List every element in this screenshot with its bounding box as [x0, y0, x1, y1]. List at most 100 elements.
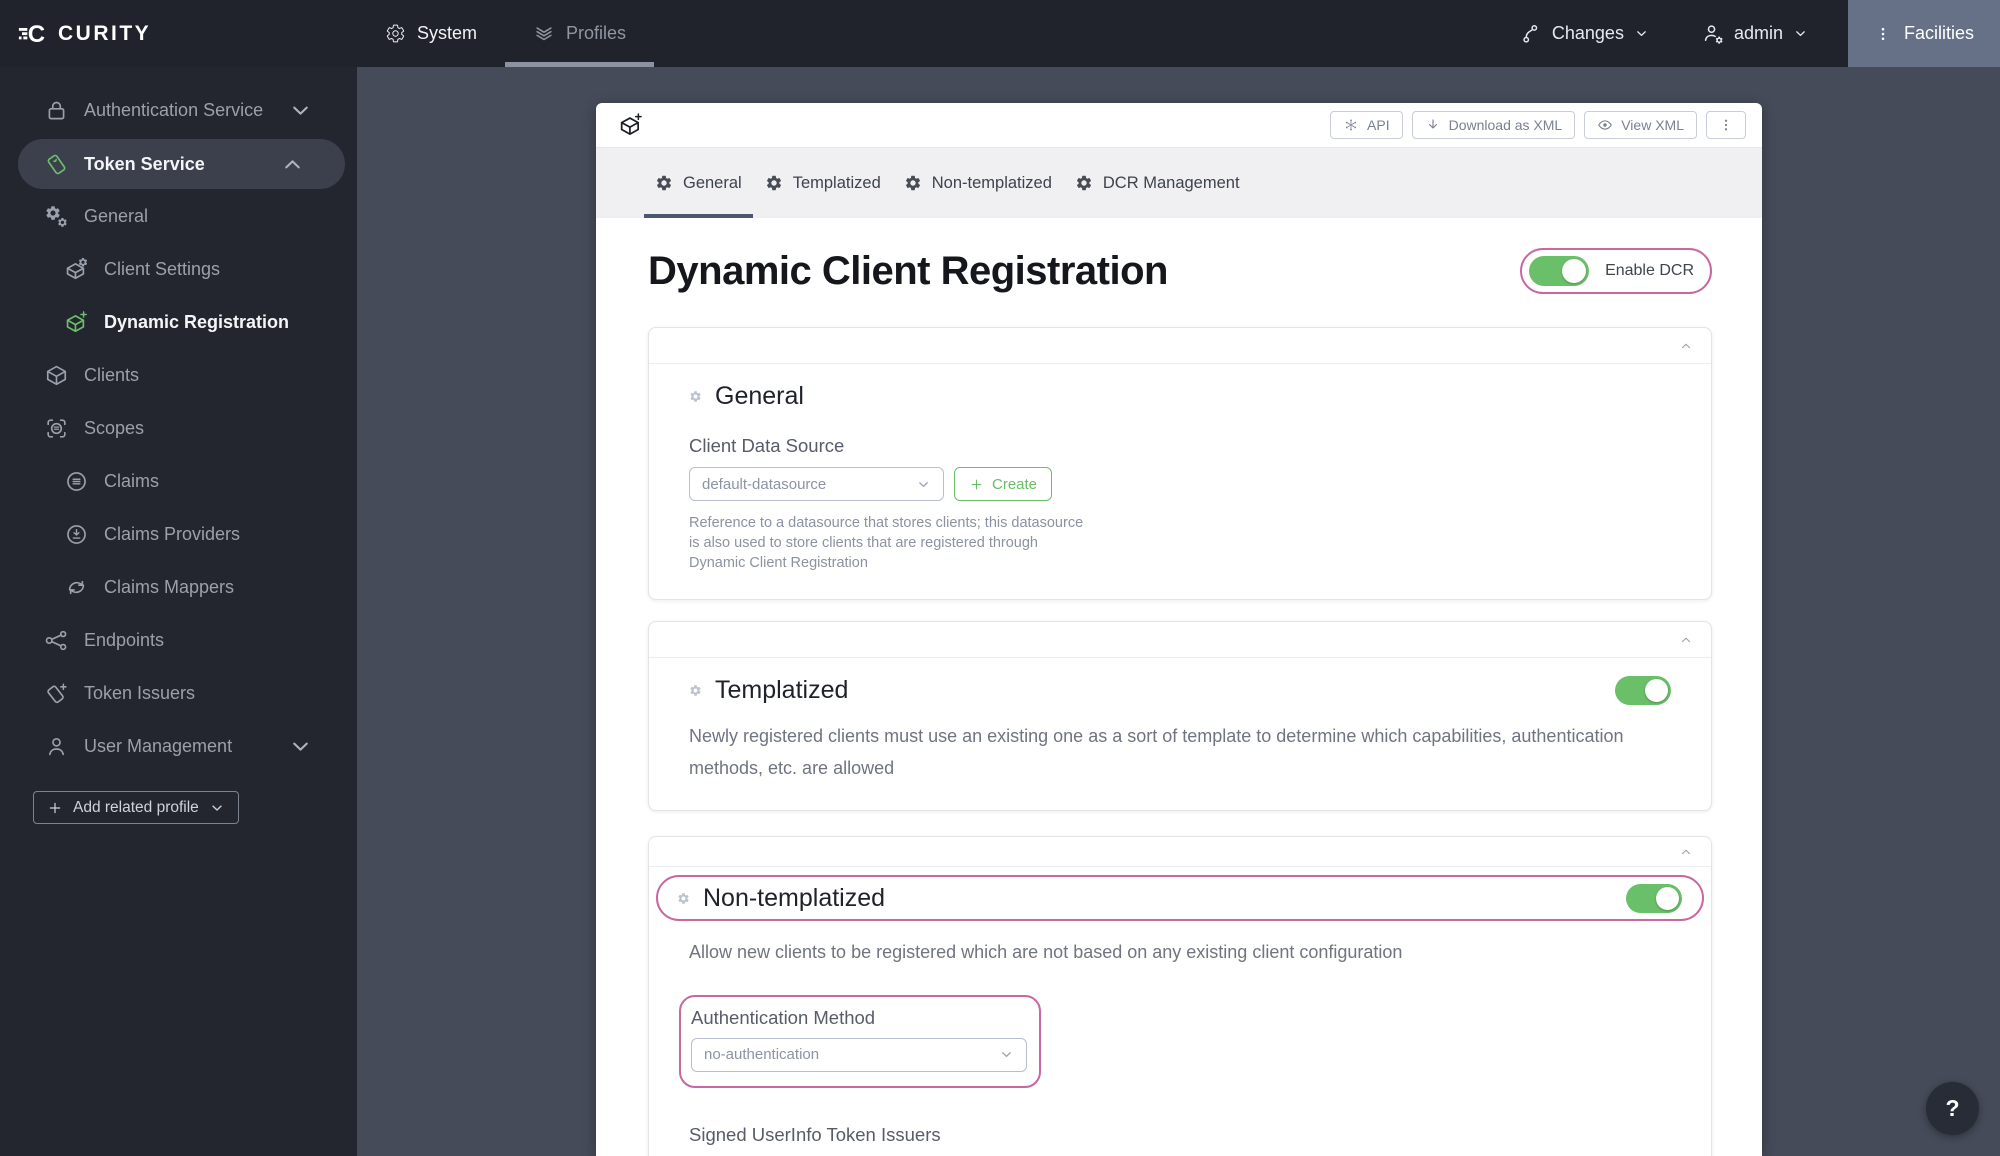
claims-icon — [64, 469, 89, 494]
general-card-collapse-bar — [649, 328, 1711, 364]
layers-icon — [533, 23, 555, 45]
create-datasource-button[interactable]: Create — [954, 467, 1053, 501]
more-options-button[interactable] — [1706, 111, 1746, 139]
tab-templatized[interactable]: Templatized — [754, 148, 892, 218]
claims-mapper-icon — [64, 575, 89, 600]
nav-tab-profiles-label: Profiles — [566, 23, 627, 43]
user-menu[interactable]: admin — [1675, 22, 1834, 45]
help-line: Dynamic Client Registration — [689, 555, 868, 571]
gear-icon — [689, 390, 702, 403]
gear-icon — [385, 23, 406, 44]
api-button[interactable]: API — [1330, 111, 1403, 139]
cube-icon — [44, 363, 69, 388]
nav-tab-system[interactable]: System — [357, 0, 505, 67]
view-xml-label: View XML — [1621, 117, 1684, 133]
sidebar-item-scopes[interactable]: Scopes — [0, 402, 357, 455]
gear-icon — [689, 684, 702, 697]
sidebar-item-token-service[interactable]: Token Service — [18, 139, 345, 189]
gear-icon — [655, 174, 673, 192]
main-panel: API Download as XML View XML General Tem… — [596, 103, 1762, 1156]
tab-label: Non-templatized — [931, 173, 1052, 192]
api-button-label: API — [1367, 117, 1390, 133]
nav-tab-profiles[interactable]: Profiles — [505, 0, 655, 67]
curity-logo[interactable]: CURITY — [18, 0, 151, 67]
sidebar-item-authentication-service[interactable]: Authentication Service — [0, 84, 357, 137]
share-icon — [44, 628, 69, 653]
collapse-chevron-icon[interactable] — [1679, 339, 1693, 353]
ticket-plus-icon — [44, 681, 69, 706]
gear-icon — [904, 174, 922, 192]
sidebar-item-label: Authentication Service — [84, 100, 264, 120]
user-label: admin — [1733, 23, 1783, 43]
tab-general[interactable]: General — [644, 148, 753, 218]
sidebar-item-label: Dynamic Registration — [104, 312, 290, 332]
toggle-knob — [1562, 259, 1587, 283]
sidebar-item-label: Endpoints — [84, 630, 165, 650]
sidebar-item-claims[interactable]: Claims — [0, 455, 357, 508]
cube-gear-icon — [64, 257, 89, 282]
sidebar-item-dynamic-registration[interactable]: Dynamic Registration — [0, 296, 357, 349]
ticket-icon — [44, 152, 69, 177]
templatized-card-collapse-bar — [649, 622, 1711, 658]
gear-icon — [765, 174, 783, 192]
client-data-source-select[interactable]: default-datasource — [689, 467, 944, 501]
section-tabs: General Templatized Non-templatized DCR … — [596, 148, 1762, 218]
tab-non-templatized[interactable]: Non-templatized — [893, 148, 1063, 218]
cube-plus-icon — [618, 112, 644, 138]
chevron-down-icon — [288, 98, 313, 123]
download-xml-button[interactable]: Download as XML — [1411, 111, 1576, 139]
sidebar-item-label: Claims — [104, 471, 160, 491]
plus-icon — [969, 477, 984, 492]
api-icon — [1343, 117, 1359, 133]
gear-icon — [677, 892, 690, 905]
authentication-method-label: Authentication Method — [691, 1006, 876, 1028]
help-button[interactable]: ? — [1926, 1082, 1979, 1135]
add-related-profile-button[interactable]: Add related profile — [33, 791, 239, 824]
general-card: General Client Data Source default-datas… — [648, 327, 1712, 600]
plus-icon — [47, 800, 63, 816]
nav-tab-system-label: System — [417, 23, 478, 43]
chevron-down-icon — [1634, 26, 1649, 41]
sidebar-item-endpoints[interactable]: Endpoints — [0, 614, 357, 667]
panel-content: Dynamic Client Registration Enable DCR G… — [596, 248, 1762, 1156]
client-data-source-label: Client Data Source — [689, 435, 845, 456]
download-xml-label: Download as XML — [1448, 117, 1563, 133]
chevron-down-icon — [916, 477, 931, 492]
sidebar-item-token-issuers[interactable]: Token Issuers — [0, 667, 357, 720]
chevron-up-icon — [280, 152, 305, 177]
view-xml-button[interactable]: View XML — [1584, 111, 1697, 139]
chevron-down-icon — [999, 1047, 1014, 1062]
sidebar-item-client-settings[interactable]: Client Settings — [0, 243, 357, 296]
help-line: Reference to a datasource that stores cl… — [689, 515, 1084, 531]
authentication-method-select[interactable]: no-authentication — [691, 1037, 1027, 1072]
sidebar-item-clients[interactable]: Clients — [0, 349, 357, 402]
collapse-chevron-icon[interactable] — [1679, 633, 1693, 647]
title-row: Dynamic Client Registration Enable DCR — [648, 248, 1712, 294]
cube-plus-icon — [64, 310, 89, 335]
enable-dcr-label: Enable DCR — [1605, 262, 1694, 279]
enable-dcr-control: Enable DCR — [1520, 248, 1712, 294]
sidebar-item-label: Claims Mappers — [104, 577, 235, 597]
sidebar-item-user-management[interactable]: User Management — [0, 720, 357, 773]
facilities-button[interactable]: Facilities — [1847, 0, 2000, 67]
sidebar-item-label: Token Issuers — [84, 683, 196, 703]
collapse-chevron-icon[interactable] — [1679, 845, 1693, 859]
claims-provider-icon — [64, 522, 89, 547]
top-nav: System Profiles — [357, 0, 655, 67]
sidebar-item-general[interactable]: General — [0, 190, 357, 243]
tab-label: DCR Management — [1102, 173, 1240, 192]
tab-dcr-management[interactable]: DCR Management — [1064, 148, 1251, 218]
non-templatized-toggle[interactable] — [1626, 883, 1682, 913]
general-heading-row: General — [689, 382, 1671, 411]
enable-dcr-toggle[interactable] — [1529, 256, 1590, 286]
sidebar-item-claims-providers[interactable]: Claims Providers — [0, 508, 357, 561]
templatized-toggle[interactable] — [1615, 676, 1671, 705]
tab-label: Templatized — [792, 173, 881, 192]
non-templatized-heading: Non-templatized — [703, 883, 886, 912]
templatized-heading-row: Templatized — [689, 676, 1671, 705]
non-templatized-highlight-band: Non-templatized — [656, 875, 1704, 921]
sidebar-item-claims-mappers[interactable]: Claims Mappers — [0, 561, 357, 614]
changes-menu[interactable]: Changes — [1494, 23, 1675, 45]
help-line: is also used to store clients that are r… — [689, 535, 1038, 551]
gears-icon — [44, 204, 69, 229]
